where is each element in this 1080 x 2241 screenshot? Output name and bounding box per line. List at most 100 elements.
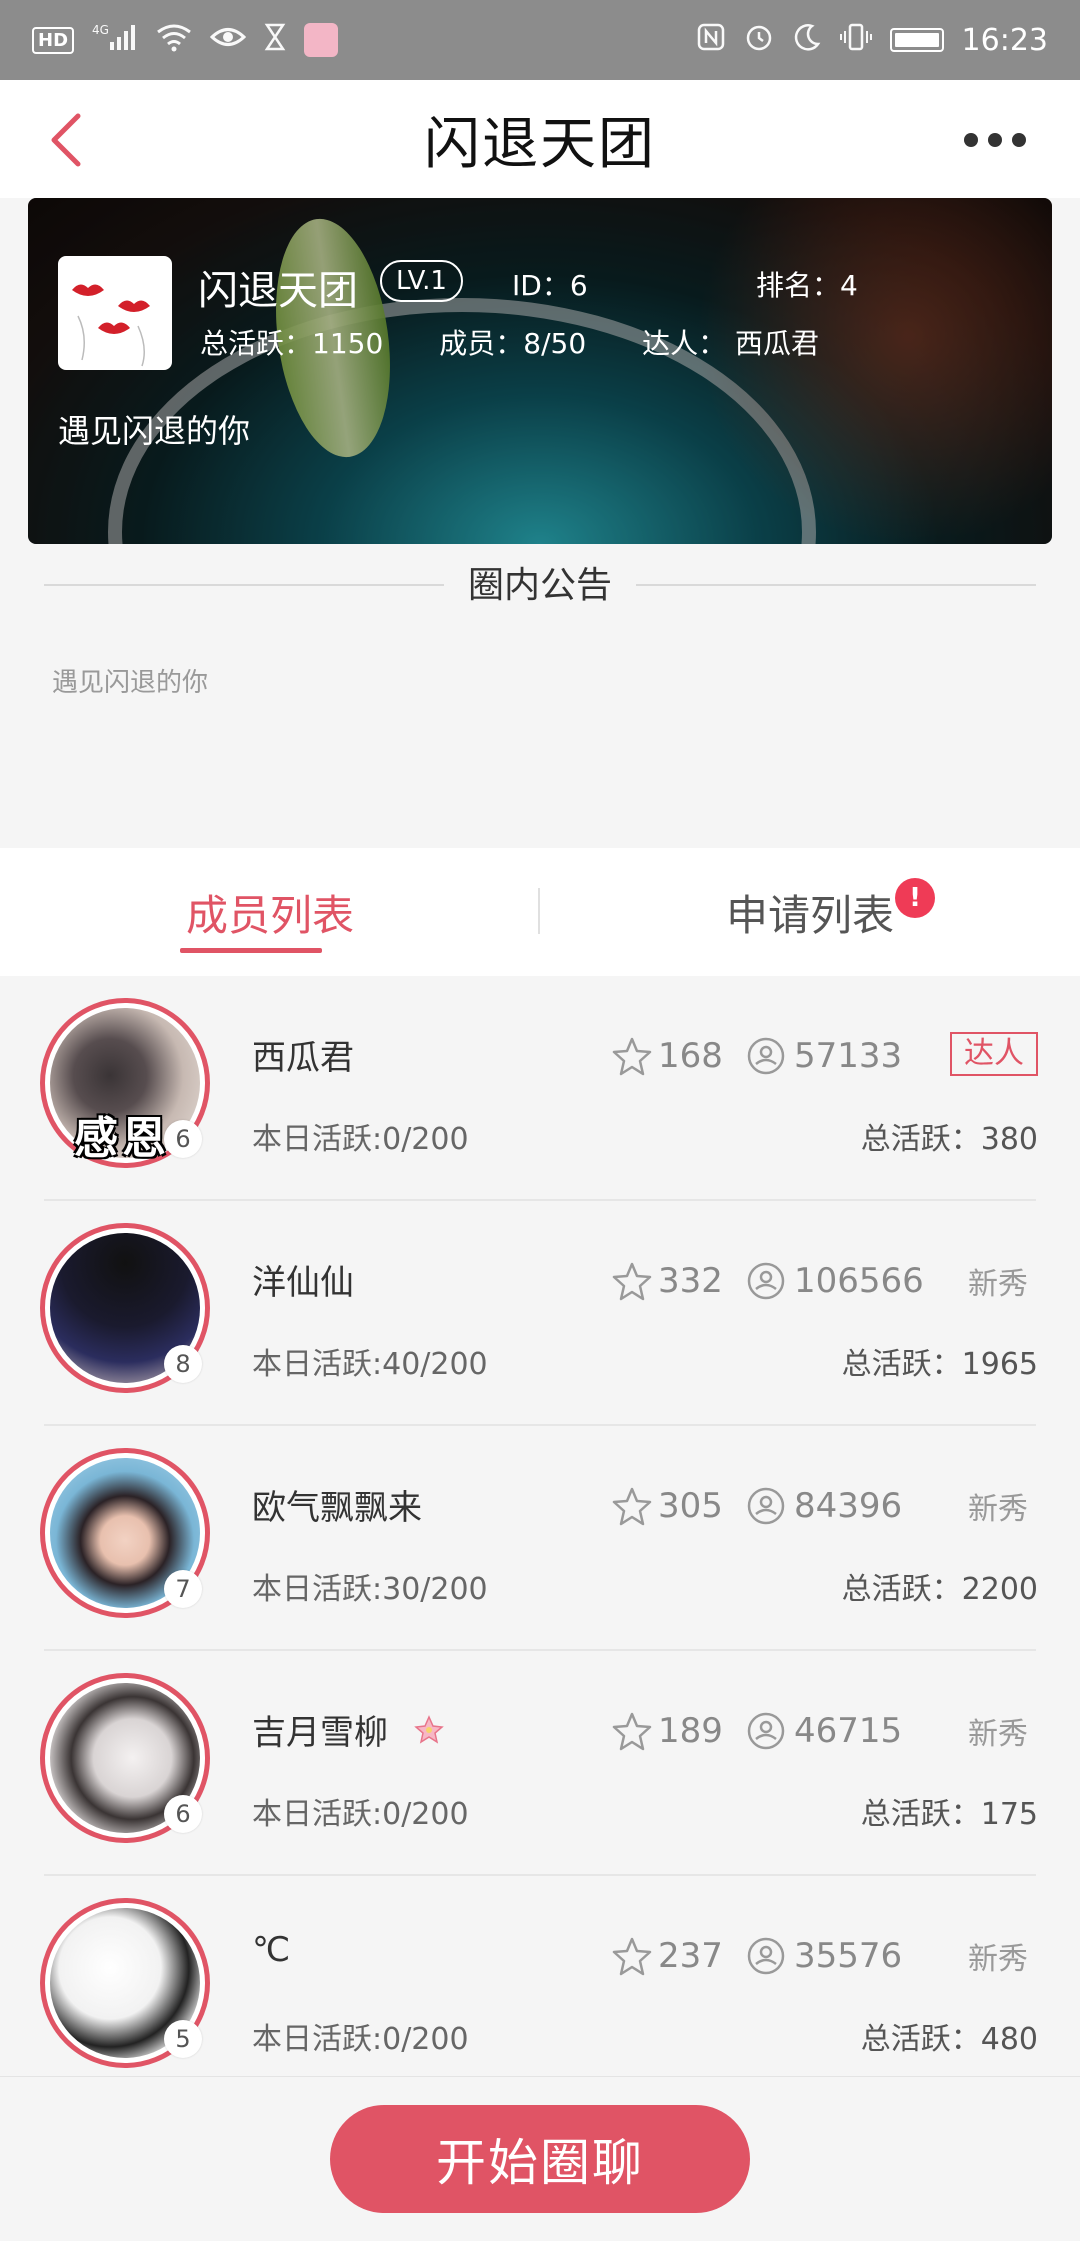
chevron-left-icon xyxy=(51,113,81,167)
member-list: 感恩 6 西瓜君 168 57133 达人 本日活跃:0/200 总活跃：380… xyxy=(0,976,1080,2101)
fans-icon xyxy=(747,1037,785,1075)
member-role-badge: 新秀 xyxy=(968,1717,1028,1752)
member-fans-count: 35576 xyxy=(794,1936,903,1976)
alert-badge: ! xyxy=(895,878,935,918)
tab-members[interactable]: 成员列表 xyxy=(0,848,540,976)
status-bar-right: 16:23 xyxy=(696,22,1048,59)
member-level: 7 xyxy=(164,1570,202,1608)
fans-icon xyxy=(747,1712,785,1750)
page-title: 闪退天团 xyxy=(424,111,656,177)
member-fans: 35576 xyxy=(746,1936,902,1976)
tab-applications-label: 申请列表 xyxy=(725,890,894,940)
signal-4g-icon: 4G xyxy=(92,22,138,59)
notice-body: 遇见闪退的你 xyxy=(52,668,209,698)
fans-icon xyxy=(747,1262,785,1300)
member-likes: 305 xyxy=(612,1486,723,1526)
member-level: 6 xyxy=(164,1120,202,1158)
tab-members-label: 成员列表 xyxy=(185,890,354,940)
member-row[interactable]: 8 洋仙仙 332 106566 新秀 本日活跃:40/200 总活跃：1965 xyxy=(0,1201,1080,1426)
avatar[interactable]: 感恩 6 xyxy=(40,998,210,1168)
hd-icon: HD xyxy=(32,26,75,54)
member-role-badge: 新秀 xyxy=(968,1492,1028,1527)
group-member-count: 成员：8/50 xyxy=(439,327,587,360)
alarm-icon xyxy=(744,22,774,59)
member-fans-count: 84396 xyxy=(794,1486,903,1526)
member-likes-count: 189 xyxy=(658,1711,723,1751)
status-bar-left: HD 4G xyxy=(32,22,339,59)
group-banner: 闪退天团 LV.1 ID：6 排名：4 总活跃：1150 成员：8/50 达人：… xyxy=(28,198,1052,544)
member-total-activity: 总活跃：480 xyxy=(860,2022,1038,2057)
tab-active-indicator xyxy=(180,948,322,953)
more-button[interactable] xyxy=(950,110,1040,170)
group-rank: 排名：4 xyxy=(756,269,858,302)
member-row[interactable]: 5 ℃ 237 35576 新秀 本日活跃:0/200 总活跃：480 xyxy=(0,1876,1080,2101)
group-slogan: 遇见闪退的你 xyxy=(58,412,251,450)
member-fans-count: 57133 xyxy=(794,1036,903,1076)
avatar[interactable]: 7 xyxy=(40,1448,210,1618)
group-id: ID：6 xyxy=(512,269,588,302)
member-today-activity: 本日活跃:0/200 xyxy=(252,2022,469,2057)
eye-icon xyxy=(209,22,247,59)
member-name: 欧气飘飘来 xyxy=(252,1488,422,1528)
hourglass-icon xyxy=(264,22,286,59)
back-button[interactable] xyxy=(40,106,104,170)
member-total-activity: 总活跃：1965 xyxy=(841,1347,1038,1382)
member-fans-count: 46715 xyxy=(794,1711,903,1751)
avatar[interactable]: 5 xyxy=(40,1898,210,2068)
page-header: 闪退天团 xyxy=(0,80,1080,198)
nfc-icon xyxy=(696,22,726,59)
app-avatar-icon xyxy=(304,23,339,57)
member-name: 吉月雪柳 xyxy=(252,1713,388,1753)
member-row[interactable]: 6 吉月雪柳 189 46715 新秀 本日活跃:0/200 总活跃：175 xyxy=(0,1651,1080,1876)
member-level: 5 xyxy=(164,2020,202,2058)
tab-applications[interactable]: 申请列表 xyxy=(540,848,1080,976)
star-icon xyxy=(612,1487,652,1526)
member-today-activity: 本日活跃:30/200 xyxy=(252,1572,488,1607)
vibrate-icon xyxy=(839,22,872,59)
notice-header: 圈内公告 xyxy=(44,556,1036,608)
member-role-badge: 达人 xyxy=(950,1032,1038,1076)
member-fans: 106566 xyxy=(746,1261,924,1301)
star-icon xyxy=(612,1937,652,1976)
member-total-activity: 总活跃：2200 xyxy=(841,1572,1038,1607)
fans-icon xyxy=(747,1487,785,1525)
status-time: 16:23 xyxy=(961,22,1048,58)
member-likes: 237 xyxy=(612,1936,723,1976)
member-row[interactable]: 感恩 6 西瓜君 168 57133 达人 本日活跃:0/200 总活跃：380 xyxy=(0,976,1080,1201)
member-fans: 84396 xyxy=(746,1486,902,1526)
member-likes: 168 xyxy=(612,1036,723,1076)
member-fans-count: 106566 xyxy=(794,1261,924,1301)
member-total-activity: 总活跃：175 xyxy=(860,1797,1038,1832)
group-logo[interactable] xyxy=(58,256,172,370)
member-fans: 57133 xyxy=(746,1036,902,1076)
member-today-activity: 本日活跃:40/200 xyxy=(252,1347,488,1382)
fans-icon xyxy=(747,1937,785,1975)
member-role-badge: 新秀 xyxy=(968,1942,1028,1977)
star-icon xyxy=(612,1712,652,1751)
member-today-activity: 本日活跃:0/200 xyxy=(252,1797,469,1832)
battery-icon xyxy=(889,28,944,52)
bottom-bar: 开始圈聊 xyxy=(0,2076,1080,2241)
member-fans: 46715 xyxy=(746,1711,902,1751)
member-row[interactable]: 7 欧气飘飘来 305 84396 新秀 本日活跃:30/200 总活跃：220… xyxy=(0,1426,1080,1651)
avatar[interactable]: 8 xyxy=(40,1223,210,1393)
member-name: 洋仙仙 xyxy=(252,1263,354,1303)
wifi-icon xyxy=(156,22,192,59)
member-likes-count: 237 xyxy=(658,1936,723,1976)
member-likes-count: 332 xyxy=(658,1261,723,1301)
member-role-badge: 新秀 xyxy=(968,1267,1028,1302)
start-group-chat-button[interactable]: 开始圈聊 xyxy=(330,2105,750,2213)
status-bar: HD 4G 16:23 xyxy=(0,0,1080,80)
member-likes: 189 xyxy=(612,1711,723,1751)
group-total-activity: 总活跃：1150 xyxy=(200,327,384,360)
more-dots-icon xyxy=(964,133,978,147)
member-name: ℃ xyxy=(252,1930,291,1970)
member-today-activity: 本日活跃:0/200 xyxy=(252,1122,469,1157)
member-level: 6 xyxy=(164,1795,202,1833)
group-level-badge: LV.1 xyxy=(380,260,463,302)
member-total-activity: 总活跃：380 xyxy=(860,1122,1038,1157)
star-icon xyxy=(612,1037,652,1076)
avatar[interactable]: 6 xyxy=(40,1673,210,1843)
group-name: 闪退天团 xyxy=(198,268,358,314)
member-name: 西瓜君 xyxy=(252,1038,354,1078)
